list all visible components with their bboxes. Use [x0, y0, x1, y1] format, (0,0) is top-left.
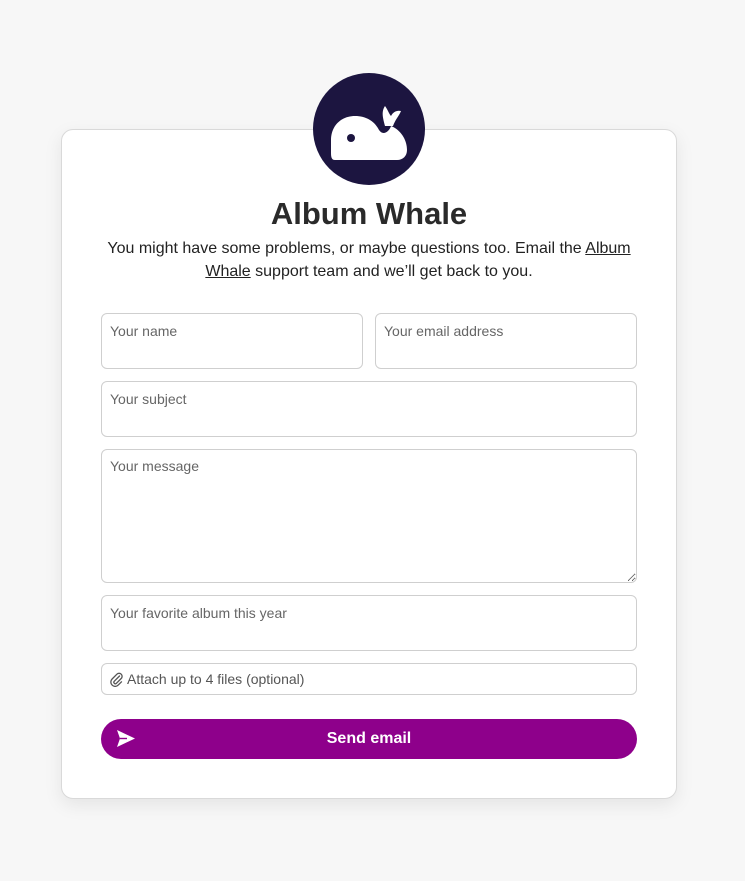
name-input[interactable]	[101, 313, 363, 369]
paperclip-icon	[110, 672, 123, 687]
attach-files-label: Attach up to 4 files (optional)	[127, 671, 305, 687]
intro-text: You might have some problems, or maybe q…	[61, 237, 677, 283]
subject-input[interactable]	[101, 381, 637, 437]
send-email-label: Send email	[326, 730, 412, 747]
whale-icon	[331, 106, 407, 160]
attach-files-field[interactable]: Attach up to 4 files (optional)	[101, 663, 637, 695]
favorite-album-input[interactable]	[101, 595, 637, 651]
brand-logo	[313, 73, 425, 185]
send-email-button[interactable]: Send email	[101, 719, 637, 759]
intro-text-after: support team and we’ll get back to you.	[250, 263, 533, 280]
message-textarea[interactable]	[101, 449, 637, 583]
email-input[interactable]	[375, 313, 637, 369]
intro-text-before: You might have some problems, or maybe q…	[107, 240, 586, 257]
page-title: Album Whale	[270, 196, 468, 231]
paper-plane-icon	[117, 730, 135, 747]
